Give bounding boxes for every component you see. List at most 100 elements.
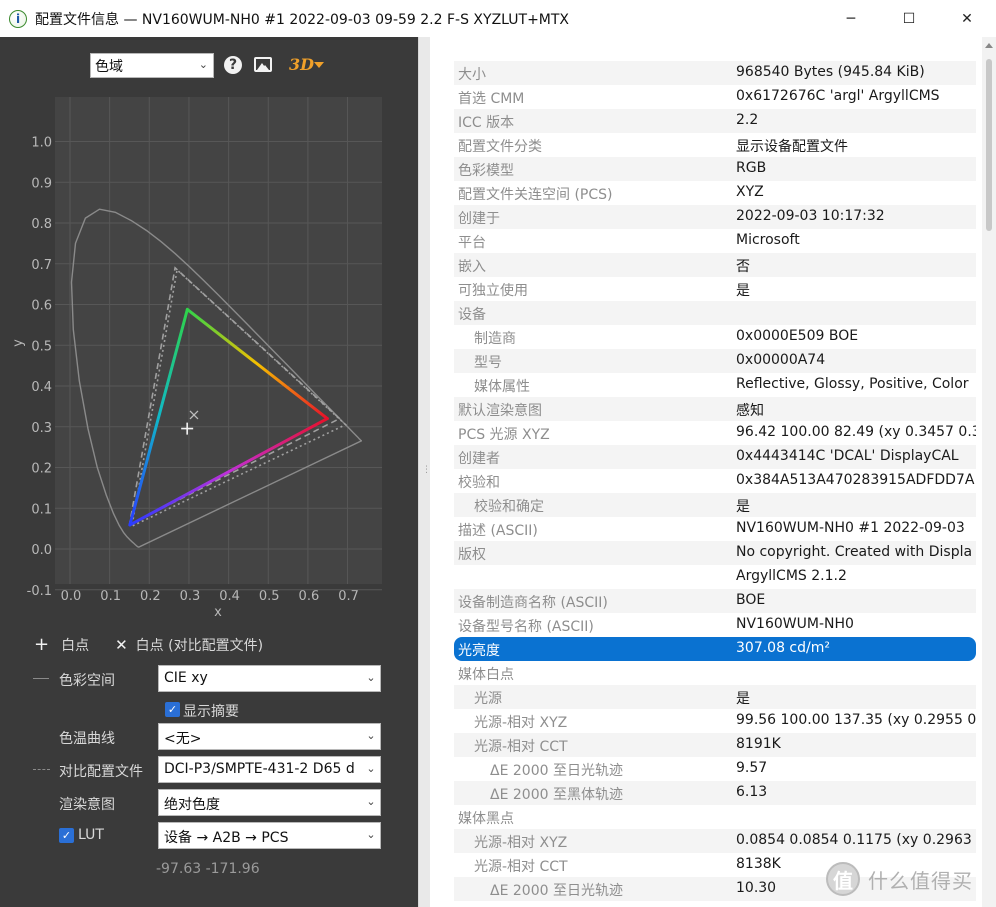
- table-row[interactable]: 默认渲染意图 感知: [454, 397, 976, 421]
- table-row[interactable]: 描述 (ASCII) NV160WUM-NH0 #1 2022-09-03: [454, 517, 976, 541]
- y-tick-label: 0.3: [31, 421, 52, 436]
- row-key: 媒体黑点: [458, 811, 514, 827]
- row-key: 创建者: [458, 451, 500, 467]
- row-key: 首选 CMM: [458, 91, 525, 107]
- table-row[interactable]: 制造商 0x0000E509 BOE: [454, 325, 976, 349]
- gamut-chart[interactable]: 0.0 0.1 0.2 0.3 0.4 0.5 0.6 0.7 1.0 0.9 0.8 0.7 0.6 0…: [0, 97, 418, 617]
- row-key: 版权: [458, 547, 486, 563]
- colorspace-value: CIE xy: [164, 670, 208, 686]
- compare-select[interactable]: DCI-P3/SMPTE-431-2 D65 d ⌄: [158, 756, 381, 783]
- row-value: 0x384A513A470283915ADFDD7A: [736, 472, 975, 488]
- row-key: 型号: [474, 355, 502, 371]
- table-row[interactable]: ArgyllCMS 2.1.2: [454, 565, 976, 589]
- image-icon[interactable]: [254, 57, 272, 72]
- lut-select[interactable]: 设备 → A2B → PCS ⌄: [158, 822, 381, 849]
- table-row[interactable]: 版权 No copyright. Created with Displa: [454, 541, 976, 565]
- gamut-panel: 色域 ⌄ ? 3D 0.0 0.1 0.2 0.3 0.4 0.5 0.6 0.7 1.0 0.9…: [0, 37, 418, 907]
- table-row[interactable]: 色彩模型 RGB: [454, 157, 976, 181]
- minimize-button[interactable]: ─: [826, 0, 876, 37]
- chevron-down-icon: ⌄: [198, 58, 208, 71]
- row-key: 媒体属性: [474, 379, 530, 395]
- compare-row: 对比配置文件 DCI-P3/SMPTE-431-2 D65 d ⌄: [0, 756, 418, 784]
- table-row[interactable]: 大小 968540 Bytes (945.84 KiB): [454, 61, 976, 85]
- colorspace-select[interactable]: CIE xy ⌄: [158, 665, 381, 692]
- close-button[interactable]: ✕: [942, 0, 992, 37]
- panel-splitter[interactable]: ⋮: [418, 37, 431, 907]
- vertical-scrollbar[interactable]: [982, 37, 996, 907]
- intent-select[interactable]: 绝对色度 ⌄: [158, 789, 381, 816]
- info-icon: i: [9, 9, 27, 28]
- table-row[interactable]: 光源-相对 CCT 8191K: [454, 733, 976, 757]
- row-key: 嵌入: [458, 259, 486, 275]
- table-row[interactable]: 平台 Microsoft: [454, 229, 976, 253]
- table-row[interactable]: 光源 是: [454, 685, 976, 709]
- row-value: 0x00000A74: [736, 352, 826, 368]
- chevron-down-icon: ⌄: [362, 666, 380, 691]
- cct-select[interactable]: <无> ⌄: [158, 723, 381, 750]
- table-row[interactable]: 校验和确定 是: [454, 493, 976, 517]
- row-key: 创建于: [458, 211, 500, 227]
- table-row[interactable]: 配置文件分类 显示设备配置文件: [454, 133, 976, 157]
- row-key: 制造商: [474, 331, 516, 347]
- row-value: BOE: [736, 592, 766, 608]
- table-row[interactable]: 设备: [454, 301, 976, 325]
- row-value: 307.08 cd/m²: [736, 640, 830, 656]
- table-row[interactable]: PCS 光源 XYZ 96.42 100.00 82.49 (xy 0.3457 …: [454, 421, 976, 445]
- table-row[interactable]: 设备型号名称 (ASCII) NV160WUM-NH0: [454, 613, 976, 637]
- table-row[interactable]: 设备制造商名称 (ASCII) BOE: [454, 589, 976, 613]
- title-bar: i 配置文件信息 — NV160WUM-NH0 #1 2022-09-03 09…: [0, 0, 996, 37]
- lut-label: LUT: [78, 827, 104, 843]
- row-value: 感知: [736, 403, 764, 419]
- table-row[interactable]: 媒体黑点: [454, 805, 976, 829]
- intent-label: 渲染意图: [59, 797, 115, 813]
- table-row[interactable]: 嵌入 否: [454, 253, 976, 277]
- scroll-up-icon[interactable]: [985, 43, 993, 48]
- profile-info-table: 大小 968540 Bytes (945.84 KiB) 首选 CMM 0x61726…: [454, 61, 976, 901]
- y-axis-label: y: [11, 339, 26, 347]
- row-key: 校验和: [458, 475, 500, 491]
- row-value: 0x4443414C 'DCAL' DisplayCAL: [736, 448, 959, 464]
- table-row-selected[interactable]: 光亮度 307.08 cd/m²: [454, 637, 976, 661]
- row-value: 0.0854 0.0854 0.1175 (xy 0.2963 0: [736, 832, 976, 848]
- table-row[interactable]: 光源-相对 XYZ 0.0854 0.0854 0.1175 (xy 0.2963…: [454, 829, 976, 853]
- intent-value: 绝对色度: [164, 797, 220, 813]
- table-row[interactable]: ΔE 2000 至黑体轨迹 6.13: [454, 781, 976, 805]
- row-value: 是: [736, 283, 750, 299]
- y-tick-label: 0.4: [31, 380, 52, 395]
- table-row[interactable]: ICC 版本 2.2: [454, 109, 976, 133]
- cursor-coordinates: -97.63 -171.96: [156, 861, 260, 877]
- row-key: 可独立使用: [458, 283, 528, 299]
- table-row[interactable]: 媒体属性 Reflective, Glossy, Positive, Color: [454, 373, 976, 397]
- table-row[interactable]: 校验和 0x384A513A470283915ADFDD7A: [454, 469, 976, 493]
- table-row[interactable]: ΔE 2000 至日光轨迹 9.57: [454, 757, 976, 781]
- intent-row: 渲染意图 绝对色度 ⌄: [0, 789, 418, 817]
- row-key: ΔE 2000 至日光轨迹: [490, 883, 623, 899]
- help-icon[interactable]: ?: [224, 56, 242, 74]
- table-row[interactable]: 创建者 0x4443414C 'DCAL' DisplayCAL: [454, 445, 976, 469]
- row-key: 光源-相对 XYZ: [474, 715, 568, 731]
- x-tick-label: 0.3: [180, 589, 201, 604]
- table-row[interactable]: 型号 0x00000A74: [454, 349, 976, 373]
- row-value: 99.56 100.00 137.35 (xy 0.2955 0.: [736, 712, 976, 728]
- 3d-view-button[interactable]: 3D: [289, 55, 314, 74]
- lut-checkbox[interactable]: ✓: [59, 828, 74, 843]
- row-value: 显示设备配置文件: [736, 139, 848, 155]
- maximize-button[interactable]: ☐: [884, 0, 934, 37]
- view-select[interactable]: 色域 ⌄: [90, 53, 214, 78]
- whitepoint-marker-icon: +: [34, 634, 50, 655]
- scroll-thumb[interactable]: [986, 59, 992, 231]
- table-row[interactable]: 创建于 2022-09-03 10:17:32: [454, 205, 976, 229]
- dropdown-caret-icon[interactable]: [314, 62, 324, 68]
- checkbox-checked-icon[interactable]: ✓: [165, 702, 180, 717]
- chevron-down-icon: ⌄: [362, 757, 380, 782]
- row-value: ArgyllCMS 2.1.2: [736, 568, 847, 584]
- table-row[interactable]: 媒体白点: [454, 661, 976, 685]
- table-row[interactable]: 光源-相对 XYZ 99.56 100.00 137.35 (xy 0.2955 …: [454, 709, 976, 733]
- profile-info-panel: 大小 968540 Bytes (945.84 KiB) 首选 CMM 0x61726…: [430, 37, 996, 907]
- table-row[interactable]: 首选 CMM 0x6172676C 'argl' ArgyllCMS: [454, 85, 976, 109]
- y-tick-label: 0.8: [31, 217, 52, 232]
- table-row[interactable]: 配置文件关连空间 (PCS) XYZ: [454, 181, 976, 205]
- y-tick-label: 0.1: [31, 502, 52, 517]
- table-row[interactable]: 可独立使用 是: [454, 277, 976, 301]
- ref-whitepoint-marker-icon: ✕: [115, 635, 128, 654]
